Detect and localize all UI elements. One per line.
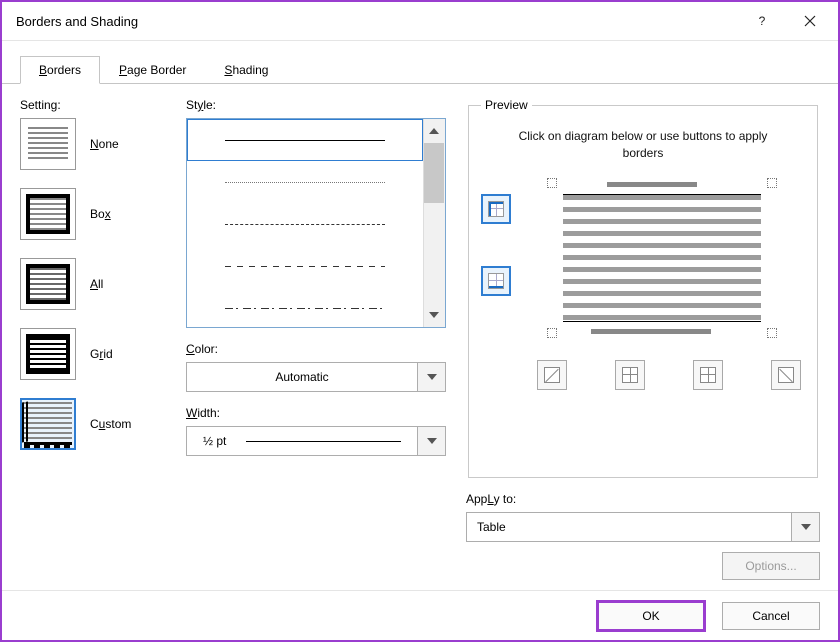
border-diag-down-button[interactable] (771, 360, 801, 390)
scroll-up-icon[interactable] (424, 120, 444, 142)
setting-grid[interactable]: Grid (20, 328, 180, 380)
color-dropdown[interactable]: Automatic (186, 362, 446, 392)
dialog-footer: OK Cancel (2, 590, 838, 640)
style-column: Style: Color: Automatic Width: (186, 98, 446, 580)
setting-grid-icon (20, 328, 76, 380)
apply-to-value: Table (467, 520, 791, 534)
border-right-button[interactable] (693, 360, 723, 390)
color-value: Automatic (187, 370, 417, 384)
close-button[interactable] (786, 2, 834, 40)
width-value: ½ pt (187, 434, 417, 448)
preview-area (481, 178, 805, 338)
border-left-button[interactable] (615, 360, 645, 390)
preview-help-text: Click on diagram below or use buttons to… (511, 128, 775, 162)
tab-page-border[interactable]: Page Border (100, 56, 205, 84)
preview-side-buttons (481, 178, 527, 338)
scroll-down-icon[interactable] (424, 304, 444, 326)
preview-bottom-buttons (481, 338, 805, 390)
options-button: Options... (722, 552, 820, 580)
border-diag-up-button[interactable] (537, 360, 567, 390)
setting-label: Setting: (20, 98, 180, 112)
titlebar: Borders and Shading ? (2, 2, 838, 41)
style-label: Style: (186, 98, 446, 112)
cancel-button[interactable]: Cancel (722, 602, 820, 630)
setting-column: Setting: None Box All Grid Custom (20, 98, 180, 580)
tab-shading[interactable]: Shading (205, 56, 287, 84)
setting-all-icon (20, 258, 76, 310)
style-scrollbar[interactable] (423, 119, 445, 327)
borders-and-shading-dialog: Borders and Shading ? Borders Page Borde… (0, 0, 840, 642)
color-label: Color: (186, 342, 446, 356)
style-dash-dot[interactable] (187, 287, 423, 329)
setting-grid-label: Grid (90, 347, 113, 361)
setting-none-label: None (90, 137, 119, 151)
width-label: Width: (186, 406, 446, 420)
preview-column: Preview Click on diagram below or use bu… (466, 98, 820, 580)
border-top-button[interactable] (481, 194, 511, 224)
apply-to-dropdown-button[interactable] (791, 513, 819, 541)
tab-bar: Borders Page Border Shading (2, 41, 838, 84)
apply-to-dropdown[interactable]: Table (466, 512, 820, 542)
style-listbox[interactable] (186, 118, 446, 328)
setting-box-icon (20, 188, 76, 240)
ok-button[interactable]: OK (596, 600, 706, 632)
width-dropdown[interactable]: ½ pt (186, 426, 446, 456)
setting-custom-label: Custom (90, 417, 131, 431)
setting-all-label: All (90, 277, 103, 291)
setting-all[interactable]: All (20, 258, 180, 310)
preview-diagram[interactable] (547, 178, 777, 338)
setting-custom[interactable]: Custom (20, 398, 180, 450)
dialog-title: Borders and Shading (16, 14, 738, 29)
setting-box[interactable]: Box (20, 188, 180, 240)
scroll-thumb[interactable] (424, 143, 444, 203)
border-bottom-button[interactable] (481, 266, 511, 296)
apply-to-label: AppLy to: (466, 492, 820, 506)
style-dashed-fine[interactable] (187, 203, 423, 245)
preview-legend: Preview (481, 98, 532, 112)
width-dropdown-button[interactable] (417, 427, 445, 455)
setting-box-label: Box (90, 207, 111, 221)
tab-borders[interactable]: Borders (20, 56, 100, 84)
setting-none[interactable]: None (20, 118, 180, 170)
setting-none-icon (20, 118, 76, 170)
style-solid[interactable] (187, 119, 423, 161)
help-button[interactable]: ? (738, 2, 786, 40)
dialog-body: Setting: None Box All Grid Custom (2, 84, 838, 590)
preview-group: Preview Click on diagram below or use bu… (468, 98, 818, 478)
style-dashed[interactable] (187, 245, 423, 287)
color-dropdown-button[interactable] (417, 363, 445, 391)
options-row: Options... (466, 552, 820, 580)
style-dotted[interactable] (187, 161, 423, 203)
setting-custom-icon (20, 398, 76, 450)
